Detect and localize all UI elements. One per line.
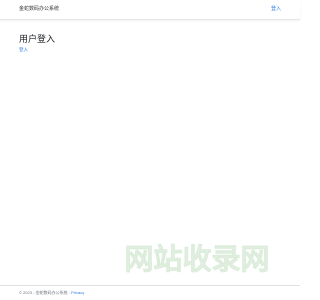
brand-link[interactable]: 金蛇数码办公系统 [19, 6, 59, 13]
nav-login-link[interactable]: 登入 [271, 6, 281, 13]
page-title: 用户登入 [19, 34, 56, 44]
privacy-link[interactable]: Privacy [71, 290, 84, 295]
footer: © 2023 - 金蛇数码办公系统 - Privacy [0, 285, 300, 300]
footer-copyright: © 2023 - 金蛇数码办公系统 - Privacy [19, 290, 84, 296]
top-navbar: 金蛇数码办公系统 登入 [0, 0, 300, 20]
login-link[interactable]: 登入 [19, 47, 28, 53]
copyright-text: © 2023 - 金蛇数码办公系统 - [19, 290, 72, 295]
watermark-text: 网站收录网 [124, 242, 269, 276]
watermark-logo: 网站收录网 [118, 238, 276, 278]
